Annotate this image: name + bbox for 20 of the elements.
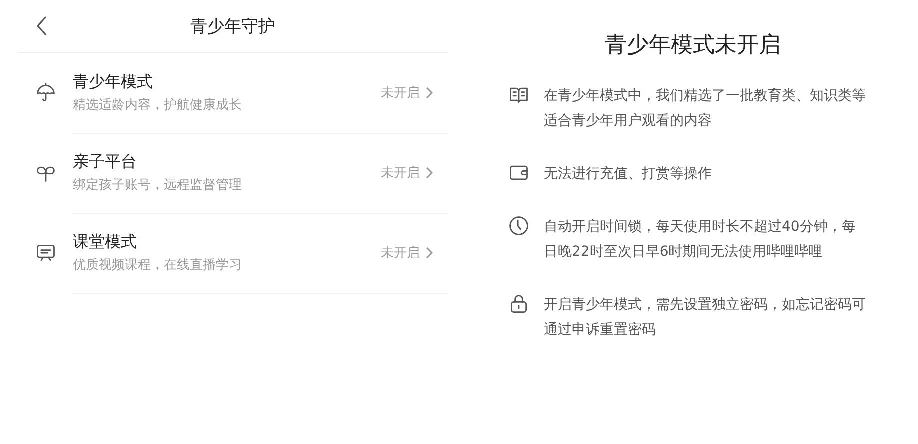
clock-icon xyxy=(508,215,530,237)
item-subtitle: 精选适龄内容，护航健康成长 xyxy=(73,96,243,114)
lock-icon xyxy=(508,293,530,315)
info-text: 自动开启时间锁，每天使用时长不超过40分钟，每 日晚22时至次日早6时期间无法使用哔哩哔哩 xyxy=(544,218,856,262)
umbrella-icon xyxy=(34,82,56,104)
chevron-right-icon xyxy=(424,166,434,180)
info-text: 在青少年模式中，我们精选了一批教育类、知识类等 适合青少年用户观看的内容 xyxy=(544,87,866,131)
chevron-right-icon xyxy=(424,86,434,100)
chevron-right-icon xyxy=(424,246,434,260)
item-subtitle: 优质视频课程，在线直播学习 xyxy=(73,256,243,274)
screen-icon xyxy=(34,242,56,264)
back-button[interactable] xyxy=(36,15,48,37)
item-title[interactable]: 青少年模式 xyxy=(73,72,381,92)
info-text: 开启青少年模式，需先设置独立密码，如忘记密码可 通过申诉重置密码 xyxy=(544,296,866,340)
page-title: 青少年守护 xyxy=(190,16,276,38)
info-title: 青少年模式未开启 xyxy=(604,32,782,60)
item-title[interactable]: 课堂模式 xyxy=(73,232,381,252)
info-text: 无法进行充值、打赏等操作 xyxy=(544,165,712,184)
item-subtitle: 绑定孩子账号，远程监督管理 xyxy=(73,176,243,194)
item-title[interactable]: 亲子平台 xyxy=(73,152,381,172)
